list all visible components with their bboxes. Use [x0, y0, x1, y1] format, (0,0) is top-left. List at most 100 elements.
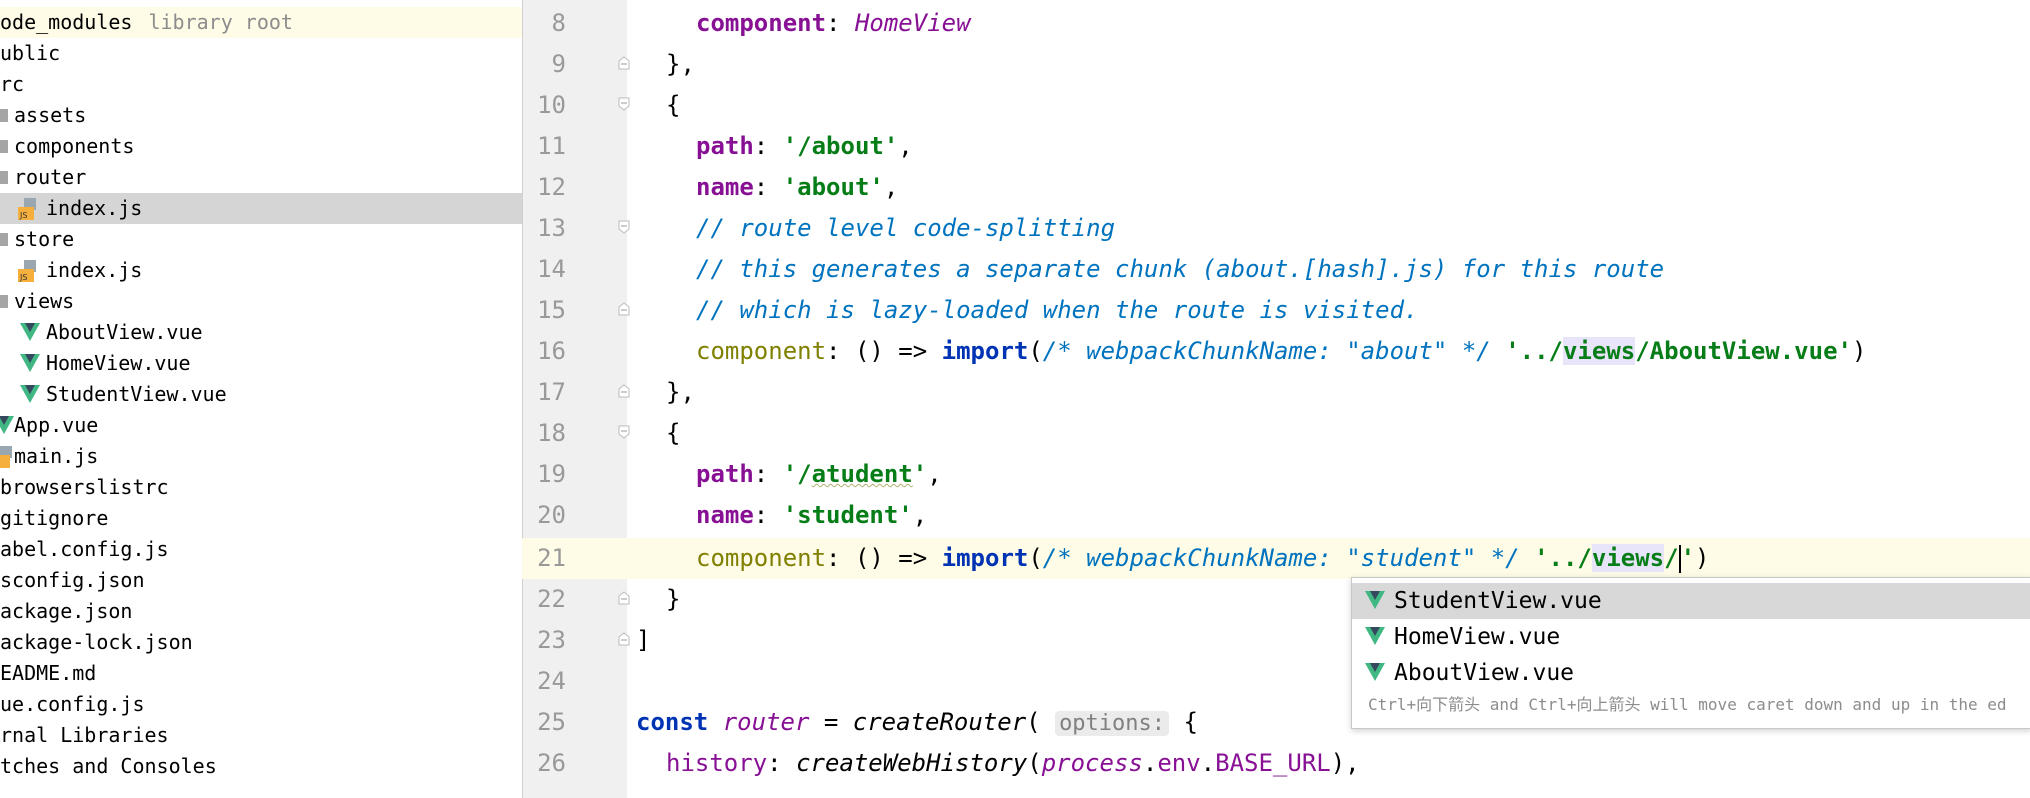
code-line[interactable]: 26 history: createWebHistory(process.env… — [522, 743, 2030, 784]
code-line[interactable]: 11 path: '/about', — [522, 126, 2030, 167]
completion-item-homeview[interactable]: HomeView.vue — [1352, 619, 2030, 655]
tree-item-package-json[interactable]: ackage.json — [0, 596, 522, 627]
project-tree: ode_modules library root ublic rc assets … — [0, 0, 522, 798]
tree-item-label: assets — [14, 103, 87, 127]
code-line-current[interactable]: 21 component: () => import(/* webpackChu… — [522, 538, 2030, 579]
completion-item-label: HomeView.vue — [1394, 624, 1561, 650]
vue-file-icon — [20, 323, 40, 341]
fold-start-icon[interactable] — [618, 220, 630, 234]
completion-item-label: AboutView.vue — [1394, 660, 1575, 686]
completion-popup[interactable]: StudentView.vue HomeView.vue AboutView.v… — [1351, 577, 2030, 729]
tree-item-router-index-js[interactable]: JS index.js — [0, 193, 522, 224]
tree-item-views[interactable]: views — [0, 286, 522, 317]
code-line[interactable]: 16 component: () => import(/* webpackChu… — [522, 331, 2030, 372]
tree-item-label: ode_modules — [0, 10, 133, 34]
string-part-highlighted: views — [1591, 544, 1665, 572]
tree-item-src[interactable]: rc — [0, 69, 522, 100]
fold-end-icon[interactable] — [618, 302, 630, 316]
tree-item-package-lock[interactable]: ackage-lock.json — [0, 627, 522, 658]
tree-item-browserslistrc[interactable]: browserslistrc — [0, 472, 522, 503]
tree-item-external-libraries[interactable]: rnal Libraries — [0, 720, 522, 751]
tree-item-assets[interactable]: assets — [0, 100, 522, 131]
tree-item-public[interactable]: ublic — [0, 38, 522, 69]
tree-item-babel-config[interactable]: abel.config.js — [0, 534, 522, 565]
code-line[interactable]: 12 name: 'about', — [522, 167, 2030, 208]
code-line[interactable]: 8 component: HomeView — [522, 3, 2030, 44]
tree-item-label: AboutView.vue — [46, 320, 203, 344]
function-call: createRouter — [852, 708, 1027, 736]
code-line[interactable]: 20 name: 'student', — [522, 495, 2030, 536]
string-part: ' — [912, 460, 928, 488]
tree-item-label: HomeView.vue — [46, 351, 191, 375]
line-number: 21 — [537, 544, 566, 572]
code-text: }, — [666, 50, 695, 78]
tree-item-gitignore[interactable]: gitignore — [0, 503, 522, 534]
keyword: const — [636, 708, 709, 736]
tree-item-scratches[interactable]: tches and Consoles — [0, 751, 522, 782]
fold-end-icon[interactable] — [618, 632, 630, 646]
folder-icon — [0, 233, 8, 246]
fold-start-icon[interactable] — [618, 425, 630, 439]
tree-item-label: index.js — [46, 196, 143, 220]
typo-warning-text[interactable]: atudent — [812, 460, 913, 488]
library-root-hint: library root — [148, 10, 293, 34]
line-number: 8 — [551, 9, 566, 37]
code-line[interactable]: 15 // which is lazy-loaded when the rout… — [522, 290, 2030, 331]
tree-item-node-modules[interactable]: ode_modules library root — [0, 7, 522, 38]
tree-item-vue-config[interactable]: ue.config.js — [0, 689, 522, 720]
code-line[interactable]: 14 // this generates a separate chunk (a… — [522, 249, 2030, 290]
tree-item-router[interactable]: router — [0, 162, 522, 193]
tree-item-components[interactable]: components — [0, 131, 522, 162]
string-part: '../ — [1534, 544, 1592, 572]
fold-end-icon[interactable] — [618, 56, 630, 70]
tree-item-store-index-js[interactable]: JS index.js — [0, 255, 522, 286]
svg-text:JS: JS — [19, 273, 27, 282]
string-literal: 'student' — [782, 501, 913, 529]
completion-item-aboutview[interactable]: AboutView.vue — [1352, 655, 2030, 691]
tree-item-studentview[interactable]: StudentView.vue — [0, 379, 522, 410]
code-line[interactable]: 17 }, — [522, 372, 2030, 413]
tree-item-label: ublic — [0, 41, 61, 65]
tree-item-store[interactable]: store — [0, 224, 522, 255]
comment: // which is lazy-loaded when the route i… — [696, 296, 1419, 324]
fold-start-icon[interactable] — [618, 97, 630, 111]
tree-item-app-vue[interactable]: App.vue — [0, 410, 522, 441]
tree-item-label: ackage-lock.json — [0, 630, 193, 654]
code-text: { — [666, 91, 681, 119]
fold-end-icon[interactable] — [618, 384, 630, 398]
code-line[interactable]: 18 { — [522, 413, 2030, 454]
tree-item-homeview[interactable]: HomeView.vue — [0, 348, 522, 379]
identifier: HomeView — [854, 9, 971, 37]
code-text: { — [1183, 708, 1198, 736]
code-line[interactable]: 9 }, — [522, 44, 2030, 85]
tree-item-readme[interactable]: EADME.md — [0, 658, 522, 689]
line-number: 25 — [537, 708, 566, 736]
string-part: '/ — [782, 460, 812, 488]
tree-item-label: abel.config.js — [0, 537, 169, 561]
line-number: 26 — [537, 749, 566, 777]
code-line[interactable]: 10 { — [522, 85, 2030, 126]
completion-item-studentview[interactable]: StudentView.vue — [1352, 583, 2030, 619]
tree-item-label: EADME.md — [0, 661, 97, 685]
tree-item-aboutview[interactable]: AboutView.vue — [0, 317, 522, 348]
property-key: name — [696, 173, 754, 201]
comment: /* webpackChunkName: "student" */ — [1042, 544, 1520, 572]
js-file-icon: JS — [18, 198, 36, 220]
parameter-hint: options: — [1055, 711, 1170, 736]
arrow-fn: : () => — [826, 337, 942, 365]
code-line[interactable]: 19 path: '/atudent', — [522, 454, 2030, 495]
string-part: /AboutView.vue' — [1635, 337, 1852, 365]
string-literal: '/about' — [782, 132, 899, 160]
string-part: ' — [1680, 544, 1696, 572]
tree-item-label: browserslistrc — [0, 475, 169, 499]
tree-item-jsconfig[interactable]: sconfig.json — [0, 565, 522, 596]
tree-item-main-js[interactable]: main.js — [0, 441, 522, 472]
tree-item-label: sconfig.json — [0, 568, 145, 592]
property-key: component — [696, 544, 827, 572]
tree-item-label: index.js — [46, 258, 143, 282]
vue-file-icon — [1365, 663, 1385, 681]
code-line[interactable]: 13 // route level code-splitting — [522, 208, 2030, 249]
fold-end-icon[interactable] — [618, 591, 630, 605]
tree-item-label: App.vue — [14, 413, 99, 437]
tree-item-label: views — [14, 289, 75, 313]
